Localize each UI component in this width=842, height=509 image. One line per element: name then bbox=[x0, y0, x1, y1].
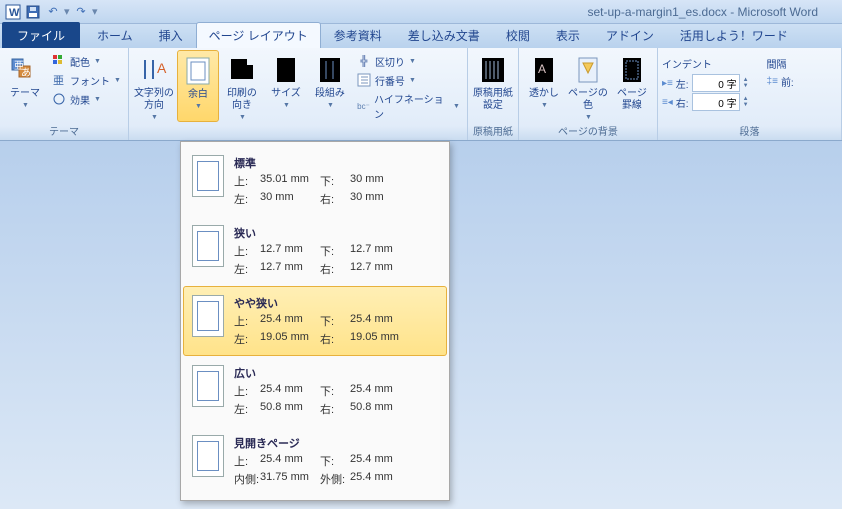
qat-dropdown-icon[interactable]: ▾ bbox=[64, 5, 70, 18]
margin-option-0[interactable]: 標準 上:35.01 mm下:30 mm 左:30 mm右:30 mm bbox=[183, 146, 447, 216]
qat-customize-icon[interactable]: ▾ bbox=[92, 5, 98, 18]
tab-7[interactable]: アドイン bbox=[593, 22, 667, 48]
tab-3[interactable]: 参考資料 bbox=[321, 22, 395, 48]
titlebar: W ↶ ▾ ↷ ▾ set-up-a-margin1_es.docx - Mic… bbox=[0, 0, 842, 24]
tab-5[interactable]: 校閲 bbox=[493, 22, 543, 48]
theme-fonts-button[interactable]: 亜フォント▼ bbox=[48, 71, 124, 89]
genkou-settings-button[interactable]: 原稿用紙 設定 bbox=[472, 50, 514, 112]
themes-button[interactable]: 亜あ テーマ▼ bbox=[4, 50, 46, 110]
columns-button[interactable]: 段組み▼ bbox=[309, 50, 351, 122]
indent-title: インデント bbox=[662, 56, 749, 71]
spacing-title: 間隔 bbox=[767, 56, 794, 71]
tab-4[interactable]: 差し込み文書 bbox=[395, 22, 493, 48]
tab-0[interactable]: ホーム bbox=[84, 22, 146, 48]
svg-text:A: A bbox=[538, 62, 546, 76]
theme-colors-button[interactable]: 配色▼ bbox=[48, 52, 124, 70]
margin-thumb-icon bbox=[192, 295, 224, 337]
tab-8[interactable]: 活用しよう！ワード bbox=[667, 22, 801, 48]
tab-1[interactable]: 挿入 bbox=[146, 22, 196, 48]
tab-file[interactable]: ファイル bbox=[2, 22, 80, 48]
hyphenation-button[interactable]: bc⁻ハイフネーション▼ bbox=[353, 90, 463, 122]
text-direction-button[interactable]: A 文字列の 方向▼ bbox=[133, 50, 175, 122]
indent-right-input[interactable] bbox=[692, 93, 740, 111]
group-label-theme: テーマ bbox=[4, 123, 124, 140]
document-title: set-up-a-margin1_es.docx - Microsoft Wor… bbox=[587, 5, 818, 19]
svg-text:亜: 亜 bbox=[53, 75, 64, 87]
breaks-button[interactable]: ╬区切り▼ bbox=[353, 52, 463, 70]
ribbon-tabstrip: ファイル ホーム挿入ページ レイアウト参考資料差し込み文書校閲表示アドイン活用し… bbox=[0, 24, 842, 48]
group-page-background: A透かし▼ ページの色▼ ページ 罫線 ページの背景 bbox=[519, 48, 658, 140]
group-page-setup: A 文字列の 方向▼ 余白▼ 印刷の 向き▼ サイズ▼ 段組み▼ ╬区切り▼ bbox=[129, 48, 468, 140]
indent-left-input[interactable] bbox=[692, 74, 740, 92]
line-numbers-button[interactable]: 行番号▼ bbox=[353, 71, 463, 89]
watermark-button[interactable]: A透かし▼ bbox=[523, 50, 565, 122]
orientation-button[interactable]: 印刷の 向き▼ bbox=[221, 50, 263, 122]
svg-text:あ: あ bbox=[21, 67, 31, 79]
redo-button[interactable]: ↷ bbox=[72, 3, 90, 21]
word-app-icon: W bbox=[4, 3, 22, 21]
ribbon: 亜あ テーマ▼ 配色▼ 亜フォント▼ 効果▼ テーマ A 文字列の 方向▼ 余白… bbox=[0, 48, 842, 141]
page-borders-button[interactable]: ページ 罫線 bbox=[611, 50, 653, 122]
margin-thumb-icon bbox=[192, 155, 224, 197]
margin-thumb-icon bbox=[192, 435, 224, 477]
tab-2[interactable]: ページ レイアウト bbox=[196, 22, 321, 48]
margin-option-3[interactable]: 広い 上:25.4 mm下:25.4 mm 左:50.8 mm右:50.8 mm bbox=[183, 356, 447, 426]
margin-option-2[interactable]: やや狭い 上:25.4 mm下:25.4 mm 左:19.05 mm右:19.0… bbox=[183, 286, 447, 356]
margins-button[interactable]: 余白▼ bbox=[177, 50, 219, 122]
theme-effects-button[interactable]: 効果▼ bbox=[48, 90, 124, 108]
indent-right-row: ≡◂右:▲▼ bbox=[662, 93, 749, 111]
save-button[interactable] bbox=[24, 3, 42, 21]
group-paragraph: インデント ▸≡左:▲▼ ≡◂右:▲▼ 間隔 ‡≡前: 段落 bbox=[658, 48, 842, 140]
page-color-button[interactable]: ページの色▼ bbox=[567, 50, 609, 122]
undo-button[interactable]: ↶ bbox=[44, 3, 62, 21]
margin-option-4[interactable]: 見開きページ 上:25.4 mm下:25.4 mm 内側:31.75 mm外側:… bbox=[183, 426, 447, 496]
indent-left-row: ▸≡左:▲▼ bbox=[662, 74, 749, 92]
margins-dropdown: 標準 上:35.01 mm下:30 mm 左:30 mm右:30 mm 狭い 上… bbox=[180, 141, 450, 501]
size-button[interactable]: サイズ▼ bbox=[265, 50, 307, 122]
group-theme: 亜あ テーマ▼ 配色▼ 亜フォント▼ 効果▼ テーマ bbox=[0, 48, 129, 140]
group-genkou: 原稿用紙 設定 原稿用紙 bbox=[468, 48, 519, 140]
margin-option-1[interactable]: 狭い 上:12.7 mm下:12.7 mm 左:12.7 mm右:12.7 mm bbox=[183, 216, 447, 286]
margin-thumb-icon bbox=[192, 225, 224, 267]
margin-thumb-icon bbox=[192, 365, 224, 407]
svg-text:A: A bbox=[157, 60, 167, 76]
svg-text:W: W bbox=[9, 7, 20, 19]
tab-6[interactable]: 表示 bbox=[543, 22, 593, 48]
